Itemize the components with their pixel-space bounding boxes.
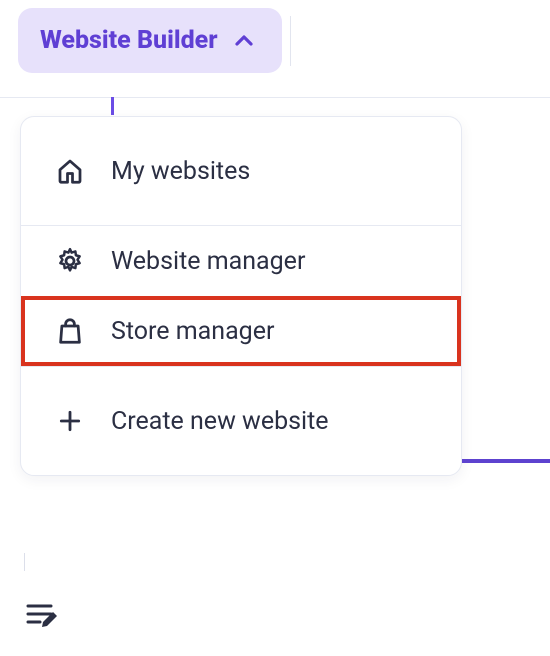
chevron-up-icon: [232, 29, 256, 53]
menu-item-my-websites[interactable]: My websites: [21, 117, 461, 225]
dropdown-menu: My websites Website manager Store manage…: [20, 116, 462, 476]
menu-item-website-manager[interactable]: Website manager: [21, 226, 461, 296]
dropdown-section: Website manager Store manager: [21, 225, 461, 366]
indicator-line: [111, 97, 114, 115]
menu-item-label: Create new website: [111, 407, 329, 436]
menu-item-label: Website manager: [111, 247, 305, 276]
dropdown-section: My websites: [21, 117, 461, 225]
divider-line: [24, 553, 25, 571]
menu-item-create-new-website[interactable]: Create new website: [21, 367, 461, 475]
menu-item-store-manager[interactable]: Store manager: [21, 296, 461, 366]
dropdown-section: Create new website: [21, 366, 461, 475]
bag-icon: [55, 316, 85, 346]
website-builder-dropdown-toggle[interactable]: Website Builder: [18, 8, 282, 73]
menu-item-label: My websites: [111, 157, 250, 186]
menu-item-label: Store manager: [111, 317, 274, 346]
home-icon: [55, 156, 85, 186]
vertical-divider: [290, 16, 291, 66]
plus-icon: [55, 406, 85, 436]
topbar-title: Website Builder: [40, 26, 218, 55]
accent-line: [462, 459, 550, 463]
horizontal-rule: [0, 97, 550, 98]
gear-icon: [55, 246, 85, 276]
edit-icon[interactable]: [25, 602, 61, 636]
